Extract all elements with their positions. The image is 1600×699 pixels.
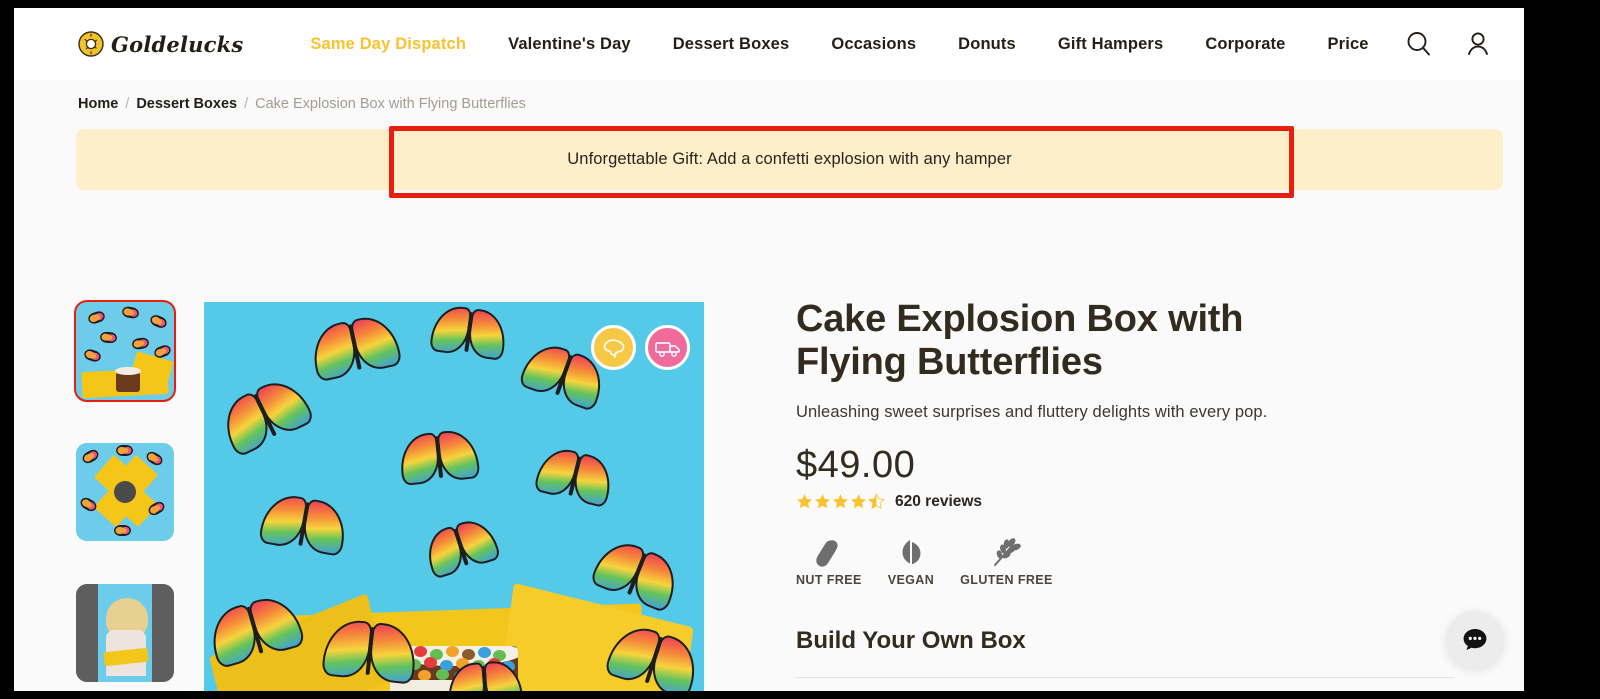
dietary-label: VEGAN — [887, 572, 935, 587]
product-subtitle: Unleashing sweet surprises and fluttery … — [796, 402, 1268, 421]
breadcrumb: Home / Dessert Boxes / Cake Explosion Bo… — [78, 96, 526, 112]
flying-butterfly — [214, 371, 316, 459]
site-logo[interactable]: Goldelucks — [78, 31, 243, 57]
breadcrumb-separator: / — [125, 96, 130, 112]
flying-butterfly — [446, 659, 524, 691]
nav-item-corporate[interactable]: Corporate — [1184, 35, 1306, 54]
flying-butterfly — [589, 534, 685, 614]
nav-item-donuts[interactable]: Donuts — [937, 35, 1037, 54]
breadcrumb-dessert-boxes[interactable]: Dessert Boxes — [136, 96, 237, 112]
gallery-thumbnail-3[interactable] — [76, 584, 174, 682]
nav-item-price[interactable]: Price — [1307, 35, 1390, 54]
header-actions — [1404, 29, 1524, 59]
flying-butterfly — [533, 443, 617, 509]
peanut-icon — [816, 539, 838, 567]
star-icon-full — [851, 494, 866, 509]
product-thumbnail-gallery — [74, 300, 176, 691]
build-your-own-box-heading: Build Your Own Box — [796, 626, 1026, 654]
gallery-thumbnail-2[interactable] — [76, 443, 174, 541]
nav-item-occasions[interactable]: Occasions — [810, 35, 937, 54]
dietary-badges: NUT FREE VEGAN GLUTEN FREE — [796, 537, 1456, 587]
breadcrumb-current: Cake Explosion Box with Flying Butterfli… — [255, 96, 526, 112]
australian-made-badge[interactable] — [591, 325, 636, 370]
leaf-icon — [902, 539, 921, 564]
site-header: Goldelucks Same Day Dispatch Valentine's… — [14, 8, 1524, 80]
product-price: $49.00 — [796, 443, 916, 486]
star-icon-full — [797, 494, 812, 509]
wheat-icon — [994, 537, 1022, 566]
nav-item-dessert-boxes[interactable]: Dessert Boxes — [652, 35, 811, 54]
promo-banner-text: Unforgettable Gift: Add a confetti explo… — [567, 150, 1012, 168]
page-title: Cake Explosion Box with Flying Butterfli… — [796, 298, 1244, 384]
promo-banner[interactable]: Unforgettable Gift: Add a confetti explo… — [76, 129, 1503, 190]
product-info: Cake Explosion Box with Flying Butterfli… — [796, 298, 1456, 691]
gallery-thumbnail-1[interactable] — [74, 300, 176, 402]
flying-butterfly — [258, 491, 350, 557]
nav-item-valentines-day[interactable]: Valentine's Day — [487, 35, 652, 54]
donut-icon — [78, 31, 104, 57]
star-icon-full — [833, 494, 848, 509]
dietary-label: GLUTEN FREE — [960, 572, 1053, 587]
product-main-image[interactable] — [204, 302, 704, 691]
delivery-truck-icon — [654, 341, 680, 357]
star-icon-full — [815, 494, 830, 509]
chat-bubble-icon — [1463, 629, 1487, 651]
flying-butterfly — [429, 303, 509, 361]
browser-viewport: Goldelucks Same Day Dispatch Valentine's… — [14, 8, 1524, 691]
star-icon-half — [868, 493, 885, 510]
reviews-count[interactable]: 620 reviews — [895, 493, 982, 511]
flying-butterfly — [307, 311, 403, 383]
dietary-badge-nut-free: NUT FREE — [796, 537, 862, 587]
product-page: Home / Dessert Boxes / Cake Explosion Bo… — [14, 80, 1524, 691]
logo-wordmark: Goldelucks — [111, 31, 244, 57]
dietary-badge-vegan: VEGAN — [888, 537, 934, 587]
flying-butterfly — [397, 428, 481, 486]
flying-butterfly — [420, 514, 502, 580]
nav-item-same-day-dispatch[interactable]: Same Day Dispatch — [289, 35, 487, 54]
rating-row: 620 reviews — [796, 493, 1456, 511]
australia-map-icon — [603, 338, 624, 358]
breadcrumb-home[interactable]: Home — [78, 96, 118, 112]
section-divider — [796, 676, 1454, 678]
dietary-badge-gluten-free: GLUTEN FREE — [960, 537, 1053, 587]
delivery-badge[interactable] — [645, 325, 690, 370]
account-icon[interactable] — [1463, 29, 1493, 59]
star-rating[interactable] — [796, 493, 885, 510]
dietary-label: NUT FREE — [796, 572, 862, 587]
product-image-badges — [591, 325, 690, 370]
cart-icon[interactable] — [1522, 29, 1524, 59]
flying-butterfly — [321, 617, 419, 685]
search-icon[interactable] — [1404, 29, 1434, 59]
main-navigation: Same Day Dispatch Valentine's Day Desser… — [289, 35, 1389, 54]
nav-item-gift-hampers[interactable]: Gift Hampers — [1037, 35, 1184, 54]
chat-widget-button[interactable] — [1446, 611, 1504, 669]
breadcrumb-separator: / — [244, 96, 249, 112]
